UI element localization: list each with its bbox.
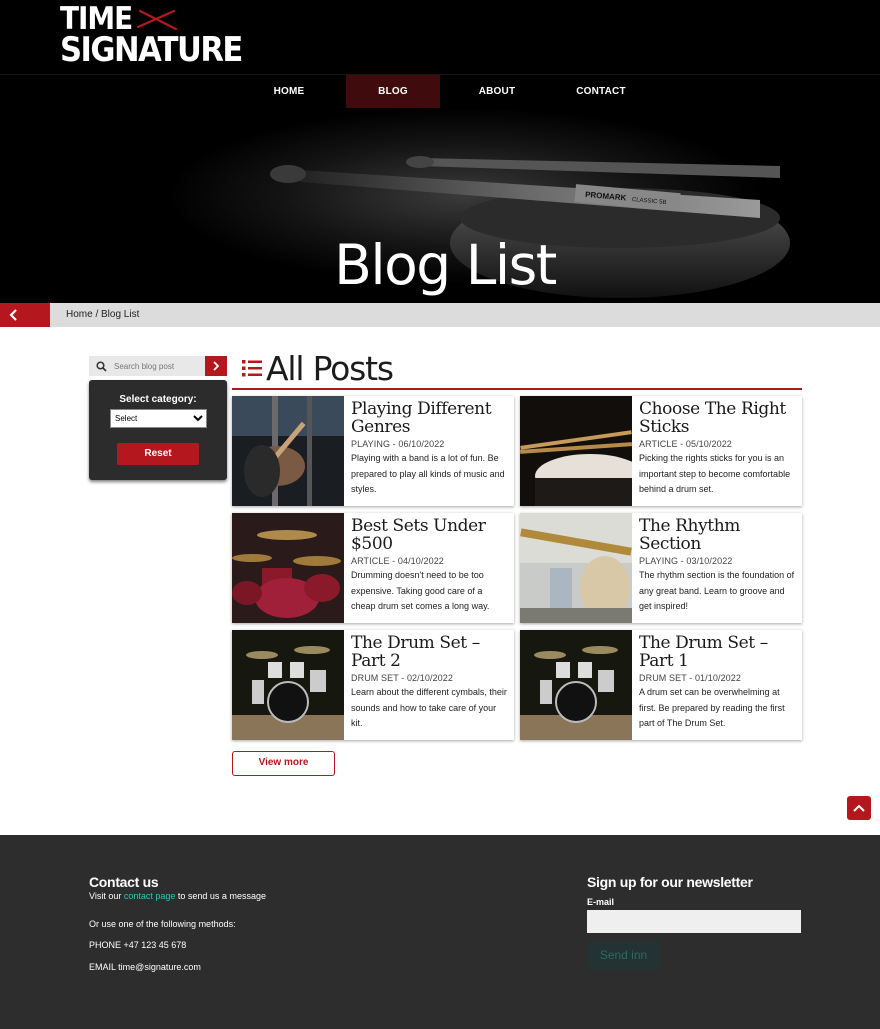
post-date: 01/10/2022 — [694, 673, 741, 683]
post-category: PLAYING — [351, 439, 391, 449]
post-title[interactable]: The Drum Set – Part 2 — [351, 634, 509, 670]
post-thumbnail[interactable] — [232, 396, 344, 506]
chevron-up-icon — [853, 804, 865, 812]
search-icon — [96, 361, 107, 372]
site-header: TIME SIGNATURE — [0, 0, 880, 74]
post-title[interactable]: The Drum Set – Part 1 — [639, 634, 797, 670]
page: TIME SIGNATURE HOME BLOG ABOUT CONTACT P… — [0, 0, 880, 1029]
nav-about[interactable]: ABOUT — [450, 75, 544, 109]
post-card[interactable]: The Rhythm Section PLAYING - 03/10/2022 … — [520, 513, 802, 623]
post-category: DRUM SET — [351, 673, 399, 683]
post-thumbnail[interactable] — [232, 630, 344, 740]
send-button[interactable]: Send inn — [587, 941, 660, 970]
post-category: DRUM SET — [639, 673, 687, 683]
phone-text: PHONE +47 123 45 678 — [89, 940, 187, 950]
reset-button[interactable]: Reset — [117, 443, 199, 465]
post-excerpt: The rhythm section is the foundation of … — [639, 570, 795, 611]
post-title[interactable]: Choose The Right Sticks — [639, 400, 797, 436]
contact-text: Visit our contact page to send us a mess… — [89, 891, 266, 901]
post-category: ARTICLE — [639, 439, 678, 449]
chevron-right-icon — [213, 361, 220, 371]
scroll-to-top-button[interactable] — [847, 796, 871, 820]
breadcrumb[interactable]: Home / Blog List — [66, 303, 139, 327]
view-more-button[interactable]: View more — [232, 751, 335, 776]
category-label: Select category: — [119, 394, 197, 405]
post-date: 05/10/2022 — [685, 439, 732, 449]
post-card[interactable]: Best Sets Under $500 ARTICLE - 04/10/202… — [232, 513, 514, 623]
search-box — [89, 356, 227, 376]
post-date: 06/10/2022 — [398, 439, 445, 449]
post-excerpt: Playing with a band is a lot of fun. Be … — [351, 453, 505, 494]
page-title: Blog List — [334, 233, 557, 297]
heading-divider — [232, 388, 802, 390]
post-title[interactable]: The Rhythm Section — [639, 517, 797, 553]
visit-prefix: Visit our — [89, 891, 124, 901]
post-meta: DRUM SET - 02/10/2022 — [351, 673, 453, 683]
post-card[interactable]: Choose The Right Sticks ARTICLE - 05/10/… — [520, 396, 802, 506]
post-card[interactable]: The Drum Set – Part 1 DRUM SET - 01/10/2… — [520, 630, 802, 740]
contact-page-link[interactable]: contact page — [124, 891, 176, 901]
post-date: 02/10/2022 — [406, 673, 453, 683]
post-excerpt: Learn about the different cymbals, their… — [351, 687, 507, 728]
search-button[interactable] — [205, 356, 227, 376]
hero-banner: PROMARK CLASSIC 5B Blog List — [0, 108, 880, 303]
search-input[interactable] — [111, 356, 205, 376]
post-excerpt: Picking the rights sticks for you is an … — [639, 453, 791, 494]
post-card[interactable]: Playing Different Genres PLAYING - 06/10… — [232, 396, 514, 506]
list-icon — [242, 360, 262, 377]
breadcrumb-bar: Home / Blog List — [0, 303, 880, 327]
newsletter-email-input[interactable] — [587, 910, 801, 933]
post-excerpt: A drum set can be overwhelming at first.… — [639, 687, 785, 728]
post-thumbnail[interactable] — [520, 630, 632, 740]
visit-suffix: to send us a message — [175, 891, 266, 901]
methods-text: Or use one of the following methods: — [89, 919, 236, 929]
site-logo[interactable]: TIME SIGNATURE — [60, 3, 243, 70]
post-title[interactable]: Playing Different Genres — [351, 400, 509, 436]
nav-home[interactable]: HOME — [242, 75, 336, 109]
logo-line-2: SIGNATURE — [60, 30, 243, 70]
post-thumbnail[interactable] — [520, 513, 632, 623]
post-meta: PLAYING - 06/10/2022 — [351, 439, 445, 449]
post-card[interactable]: The Drum Set – Part 2 DRUM SET - 02/10/2… — [232, 630, 514, 740]
chevron-left-icon — [9, 309, 17, 321]
category-filter: Select category: Select Reset — [89, 380, 227, 480]
main-nav: HOME BLOG ABOUT CONTACT — [0, 74, 880, 109]
post-category: PLAYING — [639, 556, 679, 566]
post-meta: PLAYING - 03/10/2022 — [639, 556, 733, 566]
email-text: EMAIL time@signature.com — [89, 962, 201, 972]
category-select[interactable]: Select — [110, 409, 207, 428]
nav-contact[interactable]: CONTACT — [554, 75, 648, 109]
nav-blog[interactable]: BLOG — [346, 75, 440, 109]
site-footer: Contact us Visit our contact page to sen… — [0, 835, 880, 1029]
back-button[interactable] — [0, 303, 50, 327]
email-label: E-mail — [587, 897, 615, 907]
post-meta: ARTICLE - 05/10/2022 — [639, 439, 732, 449]
post-title[interactable]: Best Sets Under $500 — [351, 517, 509, 553]
post-meta: ARTICLE - 04/10/2022 — [351, 556, 444, 566]
post-date: 03/10/2022 — [686, 556, 733, 566]
post-category: ARTICLE — [351, 556, 390, 566]
post-thumbnail[interactable] — [232, 513, 344, 623]
section-heading: All Posts — [266, 349, 394, 388]
drumsticks-logo-icon — [136, 9, 178, 31]
post-excerpt: Drumming doesn't need to be too expensiv… — [351, 570, 490, 611]
post-date: 04/10/2022 — [397, 556, 444, 566]
newsletter-heading: Sign up for our newsletter — [587, 874, 753, 890]
contact-heading: Contact us — [89, 874, 159, 890]
post-thumbnail[interactable] — [520, 396, 632, 506]
post-meta: DRUM SET - 01/10/2022 — [639, 673, 741, 683]
